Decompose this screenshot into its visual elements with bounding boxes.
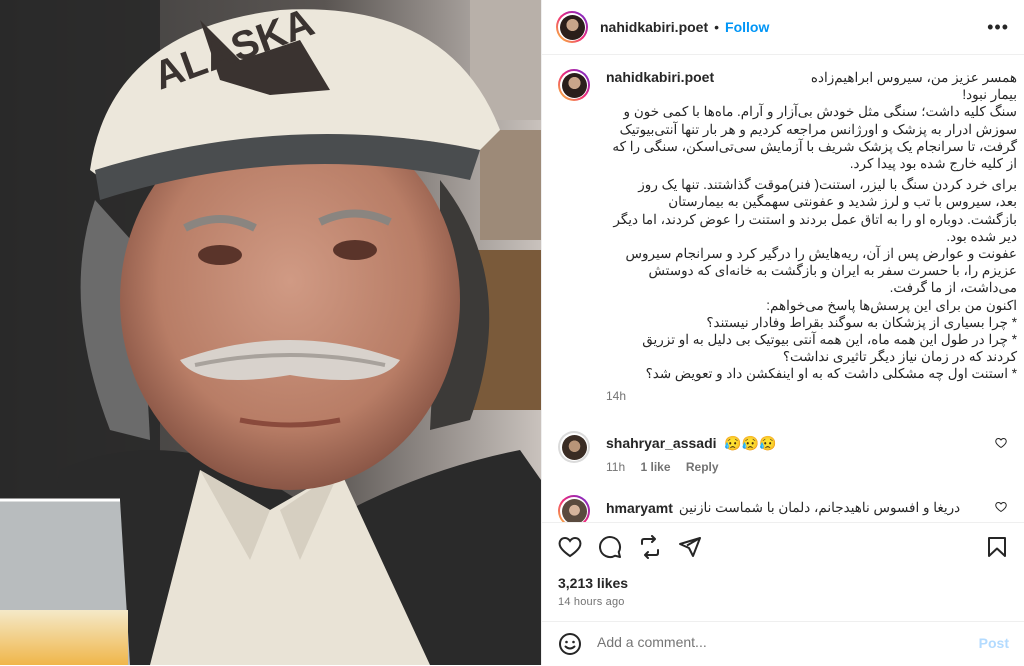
photo-illustration: ALASKA <box>0 0 541 665</box>
send-icon[interactable] <box>678 535 702 559</box>
heart-icon[interactable] <box>558 535 582 559</box>
caption-line: * چرا در طول این همه ماه، این همه آنتی ب… <box>642 332 1017 348</box>
post-side-panel: nahidkabiri.poet • Follow ••• nahidkabir… <box>541 0 1024 665</box>
caption-line: عفونت و عوارض پس از آن، ریه‌هایش را درگی… <box>625 246 1017 262</box>
commenter-avatar[interactable] <box>558 431 590 463</box>
post-photo[interactable]: ALASKA <box>0 0 541 665</box>
like-count[interactable]: 3,213 likes <box>558 575 628 591</box>
bookmark-icon[interactable] <box>985 535 1009 559</box>
caption-line: بیمار نبود! <box>962 87 1017 103</box>
comments-list[interactable]: nahidkabiri.poet همسر عزیز من، سیروس ابر… <box>542 55 1024 522</box>
separator-dot: • <box>714 19 720 35</box>
commenter-username[interactable]: shahryar_assadi <box>606 435 717 451</box>
caption-line: سنگ کلیه داشت؛ سنگی مثل خودش بی‌آزار و آ… <box>623 104 1017 120</box>
emoji-icon[interactable] <box>558 632 582 656</box>
caption-line: برای خرد کردن سنگ با لیزر، استنت( فنر)مو… <box>638 177 1017 193</box>
caption-line: سوزش ادرار به پزشک و اورژانس مراجعه کردی… <box>619 121 1017 137</box>
comment-icon[interactable] <box>598 535 622 559</box>
comment-input[interactable] <box>597 634 927 650</box>
commenter-username[interactable]: hmaryamt <box>606 500 673 516</box>
caption-avatar[interactable] <box>558 69 590 101</box>
caption-line: گرفت، تا سرانجام یک پزشک شریف با آزمایش … <box>612 138 1017 154</box>
caption-line: بازگشت. دوباره او را به اتاق عمل بردند و… <box>613 211 1017 227</box>
comment-timestamp[interactable]: 11h <box>606 460 625 474</box>
author-avatar[interactable] <box>556 11 588 43</box>
comment-text: دریغا و افسوس ناهیدجانم، دلمان با شماست … <box>678 500 961 515</box>
more-horizontal-icon[interactable]: ••• <box>987 17 1009 38</box>
post-actions-bar <box>542 522 1024 571</box>
reply-button[interactable]: Reply <box>686 460 719 474</box>
caption-line: بعد، سیروس با تب و لرز شدید و عفونتی سهم… <box>668 194 1017 210</box>
caption-line: از کلیه خارج شده بود پیدا کرد. <box>849 156 1017 172</box>
caption-line: اکنون من برای این پرسش‌ها پاسخ می‌خواهم: <box>766 297 1017 313</box>
post-timestamp[interactable]: 14 hours ago <box>558 596 625 608</box>
commenter-avatar[interactable] <box>558 495 590 522</box>
post-comment-button[interactable]: Post <box>979 635 1009 651</box>
follow-button[interactable]: Follow <box>725 19 769 35</box>
caption-line: دیر شده بود. <box>946 228 1017 244</box>
comment-text: 😥😥😥 <box>724 435 777 451</box>
caption-timestamp[interactable]: 14h <box>606 389 1017 403</box>
add-comment-bar: Post <box>542 621 1024 666</box>
comment-like-count[interactable]: 1 like <box>640 460 670 474</box>
caption-text: nahidkabiri.poet همسر عزیز من، سیروس ابر… <box>606 69 1017 383</box>
share-icon[interactable] <box>638 535 662 559</box>
author-username[interactable]: nahidkabiri.poet <box>600 19 708 35</box>
caption-line: * چرا بسیاری از پزشکان به سوگند بقراط وف… <box>706 314 1017 330</box>
caption-line: می‌داشت، از ما گرفت. <box>889 280 1017 296</box>
caption-line: عزیزم را، با حسرت سفر به ایران و بازگشت … <box>648 263 1017 279</box>
caption-line: کردند که در زمان نیاز دیگر تاثیری نداشت؟ <box>782 349 1017 365</box>
comment-heart-icon[interactable] <box>995 437 1007 449</box>
comment-heart-icon[interactable] <box>995 501 1007 513</box>
caption-line: * استنت اول چه مشکلی داشت که به او اینفک… <box>645 366 1017 382</box>
caption-username[interactable]: nahidkabiri.poet <box>606 69 714 86</box>
post-header: nahidkabiri.poet • Follow ••• <box>542 0 1024 55</box>
